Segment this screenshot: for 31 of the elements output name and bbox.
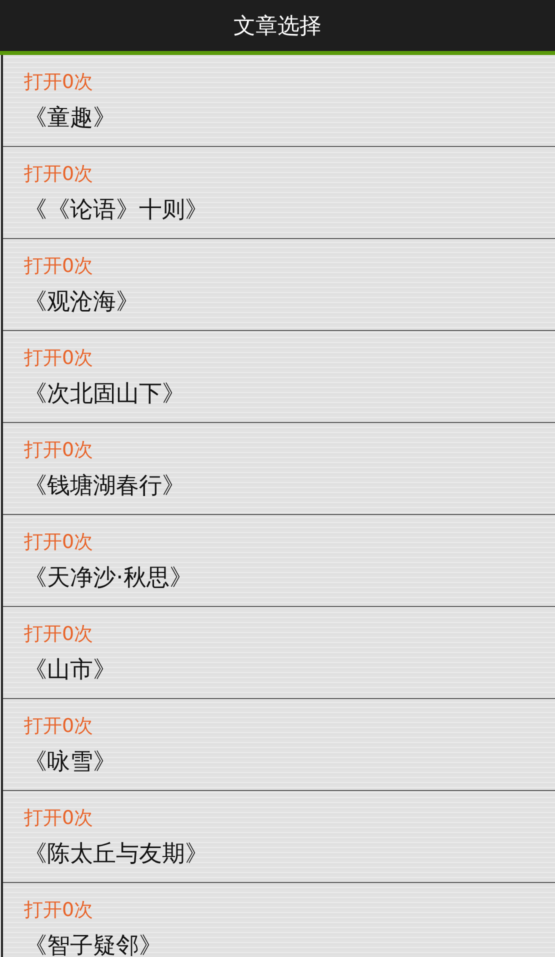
open-count: 打开0次: [24, 438, 94, 462]
article-title: 《陈太丘与友期》: [24, 840, 209, 868]
article-item[interactable]: 打开0次 《《论语》十则》: [3, 147, 555, 239]
article-title: 《《论语》十则》: [24, 196, 209, 224]
article-title: 《智子疑邻》: [24, 932, 163, 957]
article-title: 《童趣》: [24, 104, 117, 132]
open-count: 打开0次: [24, 806, 94, 830]
article-item[interactable]: 打开0次 《观沧海》: [3, 239, 555, 331]
article-title: 《咏雪》: [24, 748, 117, 776]
open-count: 打开0次: [24, 162, 94, 186]
article-title: 《钱塘湖春行》: [24, 472, 186, 500]
article-item[interactable]: 打开0次 《钱塘湖春行》: [3, 423, 555, 515]
open-count: 打开0次: [24, 622, 94, 646]
article-item[interactable]: 打开0次 《智子疑邻》: [3, 883, 555, 957]
open-count: 打开0次: [24, 70, 94, 94]
open-count: 打开0次: [24, 714, 94, 738]
open-count: 打开0次: [24, 898, 94, 922]
article-title: 《山市》: [24, 656, 117, 684]
article-title: 《天净沙·秋思》: [24, 564, 194, 592]
article-title: 《次北固山下》: [24, 380, 186, 408]
article-title: 《观沧海》: [24, 288, 140, 316]
open-count: 打开0次: [24, 530, 94, 554]
article-item[interactable]: 打开0次 《咏雪》: [3, 699, 555, 791]
window-title: 文章选择: [234, 12, 322, 40]
article-item[interactable]: 打开0次 《次北固山下》: [3, 331, 555, 423]
article-item[interactable]: 打开0次 《山市》: [3, 607, 555, 699]
open-count: 打开0次: [24, 254, 94, 278]
article-item[interactable]: 打开0次 《天净沙·秋思》: [3, 515, 555, 607]
article-item[interactable]: 打开0次 《童趣》: [3, 55, 555, 147]
open-count: 打开0次: [24, 346, 94, 370]
article-item[interactable]: 打开0次 《陈太丘与友期》: [3, 791, 555, 883]
